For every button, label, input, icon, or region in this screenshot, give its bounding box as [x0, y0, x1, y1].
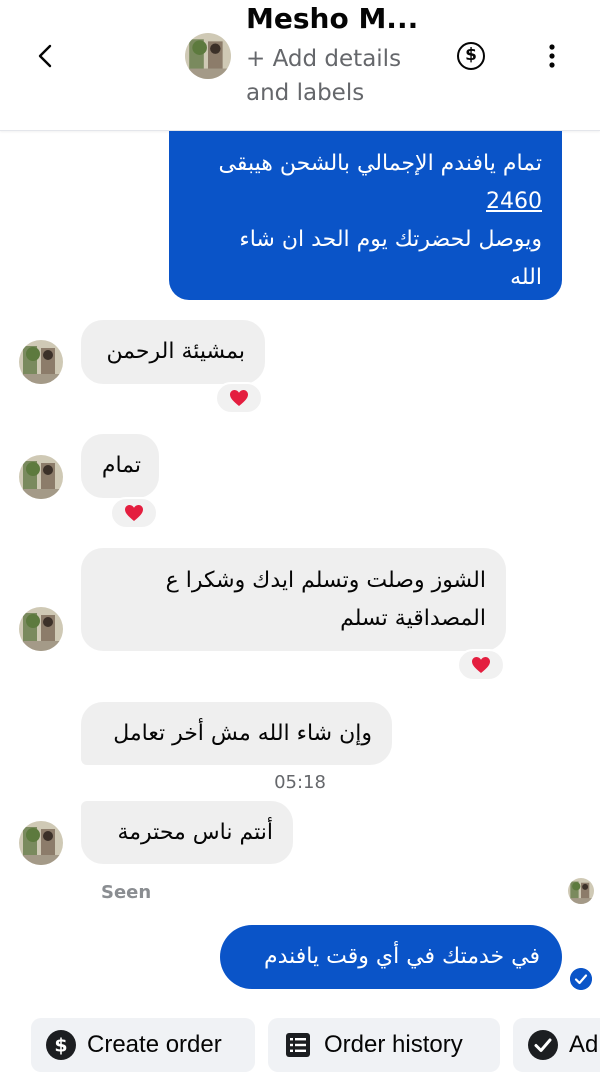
more-options-icon[interactable]	[538, 40, 566, 72]
heart-icon	[230, 390, 248, 406]
order-history-button[interactable]: Order history	[268, 1018, 500, 1072]
message-line: تمام يافندم الإجمالي بالشحن هيبقى	[218, 151, 542, 176]
create-order-label: Create order	[87, 1031, 222, 1058]
order-list-icon	[286, 1033, 310, 1057]
message-line: ويوصل لحضرتك يوم الحد ان شاء	[239, 227, 542, 252]
conversation-header: Mesho M... + Add details and labels $	[0, 0, 600, 131]
order-history-label: Order history	[324, 1031, 463, 1058]
incoming-message[interactable]: تمام	[81, 434, 159, 498]
sent-check-icon	[570, 968, 592, 990]
sender-avatar[interactable]	[19, 340, 63, 384]
ad-button[interactable]: Ad	[513, 1018, 600, 1072]
message-line: الله	[510, 265, 542, 290]
payment-dollar-icon[interactable]: $	[457, 42, 485, 70]
sender-avatar[interactable]	[19, 821, 63, 865]
message-line: الشوز وصلت وتسلم ايدك وشكرا ع	[165, 568, 486, 593]
incoming-message[interactable]: الشوز وصلت وتسلم ايدك وشكرا ع المصداقية …	[81, 548, 506, 651]
message-line: المصداقية تسلم	[340, 606, 486, 631]
back-arrow-icon[interactable]	[30, 40, 62, 72]
outgoing-message[interactable]: في خدمتك في أي وقت يافندم	[220, 925, 562, 989]
message-text: أنتم ناس محترمة	[117, 820, 273, 845]
heart-reaction[interactable]	[215, 382, 263, 414]
heart-icon	[472, 657, 490, 673]
message-text: وإن شاء الله مش أخر تعامل	[113, 721, 372, 746]
seen-avatar	[568, 878, 594, 904]
svg-text:$: $	[54, 1035, 67, 1057]
ad-label: Ad	[569, 1031, 599, 1058]
contact-avatar[interactable]	[185, 33, 231, 79]
message-price-link[interactable]: 2460	[189, 183, 542, 221]
incoming-message[interactable]: بمشيئة الرحمن	[81, 320, 265, 384]
seen-status: Seen	[101, 882, 152, 903]
add-details-link[interactable]: + Add details and labels	[246, 42, 436, 110]
outgoing-message[interactable]: تمام يافندم الإجمالي بالشحن هيبقى 2460 و…	[169, 131, 562, 300]
incoming-message[interactable]: وإن شاء الله مش أخر تعامل	[81, 702, 392, 765]
message-text: بمشيئة الرحمن	[106, 339, 245, 364]
heart-reaction[interactable]	[110, 497, 158, 529]
dollar-circle-icon: $	[46, 1030, 76, 1060]
heart-reaction[interactable]	[457, 649, 505, 681]
message-timestamp: 05:18	[274, 772, 326, 793]
message-text: تمام	[101, 453, 141, 478]
incoming-message[interactable]: أنتم ناس محترمة	[81, 801, 293, 864]
sender-avatar[interactable]	[19, 607, 63, 651]
heart-icon	[125, 505, 143, 521]
message-text: في خدمتك في أي وقت يافندم	[263, 944, 540, 969]
check-circle-icon	[528, 1030, 558, 1060]
create-order-button[interactable]: $ Create order	[31, 1018, 255, 1072]
contact-name[interactable]: Mesho M...	[246, 2, 418, 35]
sender-avatar[interactable]	[19, 455, 63, 499]
